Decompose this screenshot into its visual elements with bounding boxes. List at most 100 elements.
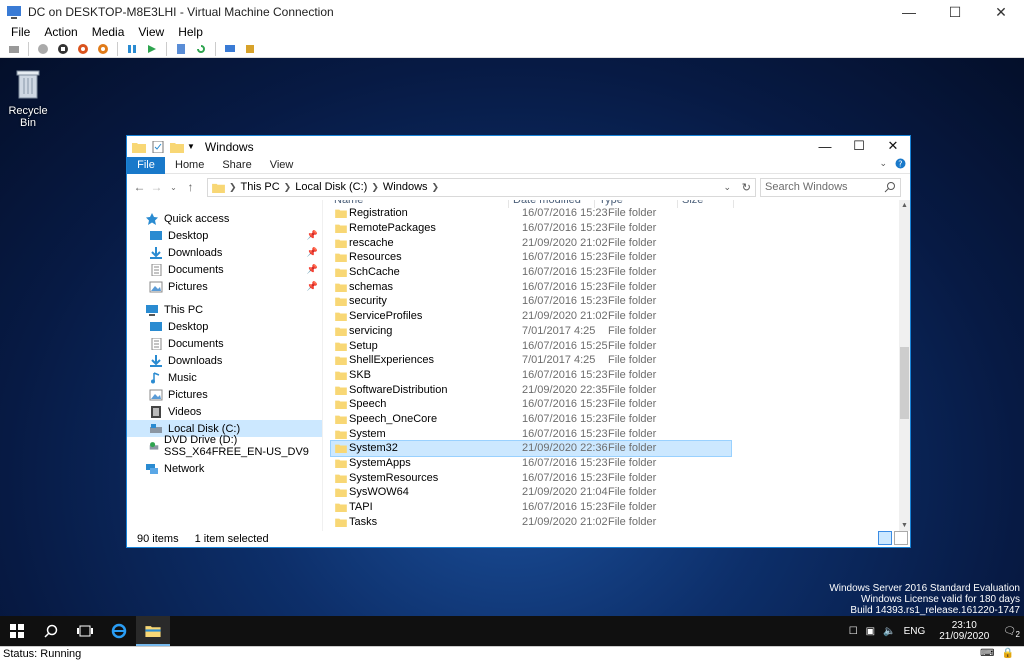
table-row[interactable]: SystemResources 16/07/2016 15:23 File fold… [331,470,731,485]
quick-access-dropdown-icon[interactable]: ▼ [187,142,195,151]
host-close-button[interactable]: ✕ [978,0,1024,24]
search-button[interactable] [34,616,68,646]
notifications-icon[interactable]: 🗨 2 [1003,626,1020,639]
table-row[interactable]: schemas 16/07/2016 15:23 File folder [331,279,731,294]
details-view-button[interactable] [878,531,892,545]
nav-pc-documents[interactable]: Documents [127,335,322,352]
save-icon[interactable] [96,42,110,56]
table-row[interactable]: Speech 16/07/2016 15:23 File folder [331,397,731,412]
nav-documents[interactable]: Documents 📌 [127,261,322,278]
up-button[interactable]: ↑ [182,178,199,196]
host-maximize-button[interactable]: ☐ [932,0,978,24]
nav-pc-desktop[interactable]: Desktop [127,318,322,335]
internet-explorer-button[interactable] [102,616,136,646]
table-row[interactable]: servicing 7/01/2017 4:25 File folder [331,324,731,339]
nav-dvd-drive[interactable]: DVD Drive (D:) SSS_X64FREE_EN-US_DV9 [127,434,322,458]
item-count: 90 items [137,532,179,545]
start-button[interactable] [0,616,34,646]
table-row[interactable]: SKB 16/07/2016 15:23 File folder [331,368,731,383]
revert-icon[interactable] [194,42,208,56]
recycle-bin[interactable]: Recycle Bin [6,66,50,129]
share-icon[interactable] [243,42,257,56]
nav-downloads[interactable]: Downloads 📌 [127,244,322,261]
menu-view[interactable]: View [138,25,164,39]
menu-action[interactable]: Action [44,25,77,39]
table-row[interactable]: RemotePackages 16/07/2016 15:23 File folde… [331,221,731,236]
table-row[interactable]: SoftwareDistribution 21/09/2020 22:35 File… [331,382,731,397]
properties-icon[interactable] [151,140,165,153]
table-row[interactable]: System 16/07/2016 15:23 File folder [331,426,731,441]
tab-home[interactable]: Home [175,159,204,171]
nav-network[interactable]: Network [127,460,322,477]
table-row[interactable]: Setup 16/07/2016 15:25 File folder [331,338,731,353]
explorer-maximize-button[interactable]: ☐ [842,136,876,156]
file-name: System [349,427,386,440]
shutdown-icon[interactable] [76,42,90,56]
back-button[interactable]: ← [131,178,148,196]
network-tray-icon[interactable]: ☐ [849,626,858,637]
menu-media[interactable]: Media [92,25,125,39]
table-row[interactable]: security 16/07/2016 15:23 File folder [331,294,731,309]
refresh-icon[interactable]: ↻ [742,181,751,194]
clock[interactable]: 23:10 21/09/2020 [939,620,989,642]
table-row[interactable]: Registration 16/07/2016 15:23 File folder [331,206,731,221]
explorer-close-button[interactable]: ✕ [876,136,910,156]
pause-icon[interactable] [125,42,139,56]
vertical-scrollbar[interactable]: ▲ ▼ [899,200,910,531]
table-row[interactable]: Tasks 21/09/2020 21:02 File folder [331,514,731,529]
menu-file[interactable]: File [11,25,30,39]
scroll-up-icon[interactable]: ▲ [899,200,910,211]
scroll-thumb[interactable] [900,347,909,419]
nav-quick-access[interactable]: Quick access [127,210,322,227]
task-view-button[interactable] [68,616,102,646]
enhanced-session-icon[interactable] [223,42,237,56]
recent-locations-icon[interactable]: ⌄ [165,178,182,196]
breadcrumb-this-pc[interactable]: This PC [241,181,280,193]
reset-icon[interactable] [145,42,159,56]
file-type: File folder [608,236,657,249]
explorer-minimize-button[interactable]: — [808,136,842,156]
table-row[interactable]: System32 21/09/2020 22:36 File folder [330,440,732,457]
search-input[interactable]: Search Windows [760,177,901,197]
table-row[interactable]: ServiceProfiles 21/09/2020 21:02 File fold… [331,309,731,324]
table-row[interactable]: SysWOW64 21/09/2020 21:04 File folder [331,485,731,500]
help-icon[interactable]: ? [895,158,906,169]
nav-music[interactable]: Music [127,369,322,386]
address-dropdown-icon[interactable]: ⌄ [723,182,731,193]
tab-file[interactable]: File [127,156,165,174]
menu-help[interactable]: Help [178,25,203,39]
table-row[interactable]: ShellExperiences 7/01/2017 4:25 File folde… [331,353,731,368]
table-row[interactable]: SchCache 16/07/2016 15:23 File folder [331,265,731,280]
file-date: 21/09/2020 21:02 [522,236,608,249]
volume-icon[interactable]: 🔈 [883,626,895,637]
breadcrumb-local-disk[interactable]: Local Disk (C:) [295,181,367,193]
address-bar[interactable]: ❯ This PC ❯ Local Disk (C:) ❯ Windows ❯ … [207,177,756,197]
host-minimize-button[interactable]: — [886,0,932,24]
table-row[interactable]: Speech_OneCore 16/07/2016 15:23 File folde… [331,412,731,427]
breadcrumb-windows[interactable]: Windows [383,181,428,193]
table-row[interactable]: Resources 16/07/2016 15:23 File folder [331,250,731,265]
file-explorer-taskbar-button[interactable] [136,616,170,646]
new-folder-icon[interactable] [170,141,184,153]
table-row[interactable]: SystemApps 16/07/2016 15:23 File folder [331,456,731,471]
nav-pc-pictures[interactable]: Pictures [127,386,322,403]
expand-ribbon-icon[interactable]: ⌄ [879,158,887,169]
nav-desktop[interactable]: Desktop 📌 [127,227,322,244]
file-name: security [349,295,387,308]
nav-pictures[interactable]: Pictures 📌 [127,278,322,295]
language-indicator[interactable]: ENG [904,626,926,637]
ctrl-alt-del-icon[interactable] [7,42,21,56]
table-row[interactable]: rescache 21/09/2020 21:02 File folder [331,235,731,250]
turn-off-icon[interactable] [56,42,70,56]
start-icon[interactable] [36,42,50,56]
table-row[interactable]: TAPI 16/07/2016 15:23 File folder [331,500,731,515]
forward-button[interactable]: → [148,178,165,196]
tab-share[interactable]: Share [222,159,251,171]
nav-videos[interactable]: Videos [127,403,322,420]
nav-this-pc[interactable]: This PC [127,301,322,318]
tab-view[interactable]: View [270,159,294,171]
monitor-tray-icon[interactable]: ▣ [866,626,875,637]
nav-pc-downloads[interactable]: Downloads [127,352,322,369]
checkpoint-icon[interactable] [174,42,188,56]
large-icons-view-button[interactable] [894,531,908,545]
